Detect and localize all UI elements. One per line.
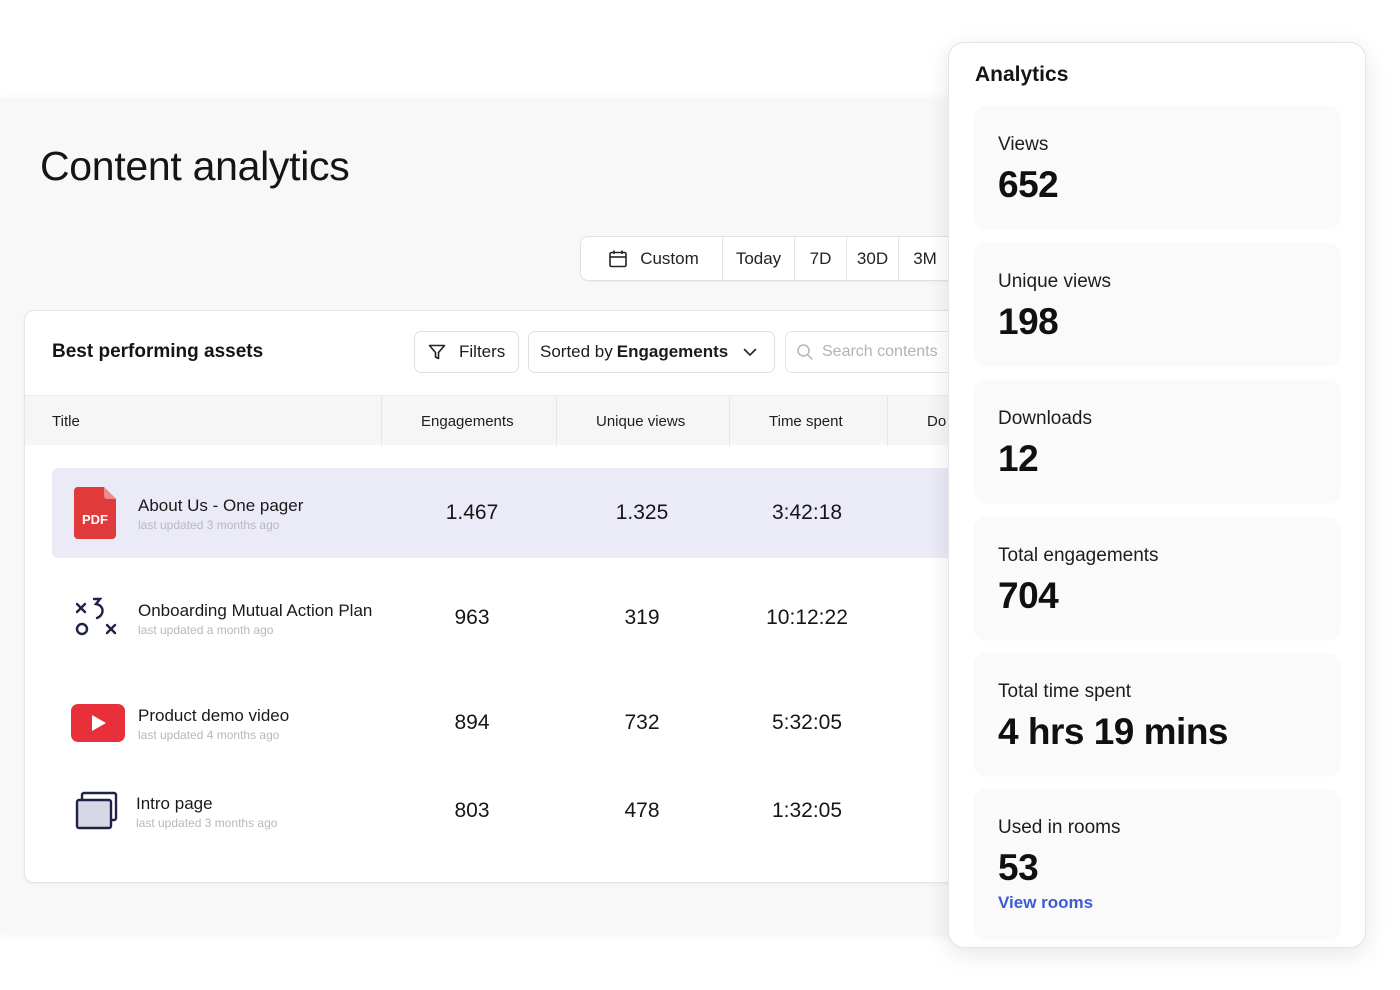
column-divider — [887, 396, 888, 446]
page-title: Content analytics — [40, 143, 350, 189]
stat-value: 198 — [998, 301, 1059, 342]
range-today-button[interactable]: Today — [723, 237, 795, 280]
table-row[interactable]: Product demo video last updated 4 months… — [52, 678, 1012, 768]
time-spent-value: 5:32:05 — [771, 711, 843, 734]
asset-updated: last updated 3 months ago — [136, 816, 278, 830]
table-row[interactable]: PDF About Us - One pager last updated 3 … — [52, 468, 1012, 558]
filter-icon — [428, 344, 446, 360]
engagements-value: 894 — [454, 711, 490, 734]
chevron-down-icon — [743, 348, 757, 357]
youtube-icon — [71, 704, 125, 742]
page-icon — [75, 791, 118, 830]
custom-range-button[interactable]: Custom — [581, 237, 723, 280]
range-3m-button[interactable]: 3M — [899, 237, 951, 280]
view-rooms-link[interactable]: View rooms — [998, 893, 1093, 913]
stat-card-used-in-rooms: Used in rooms 53 View rooms — [974, 789, 1340, 939]
stat-label: Unique views — [998, 271, 1111, 292]
stat-label: Total time spent — [998, 681, 1132, 702]
custom-range-label: Custom — [640, 248, 699, 268]
time-spent-value: 10:12:22 — [766, 606, 848, 629]
stat-label: Used in rooms — [998, 817, 1121, 838]
engagements-value: 1.467 — [445, 501, 499, 524]
asset-name: Product demo video — [138, 706, 290, 725]
stat-value: 53 — [998, 847, 1039, 888]
sort-value: Engagements — [616, 342, 729, 361]
analytics-title: Analytics — [975, 63, 1069, 86]
stat-label: Views — [998, 134, 1049, 155]
stat-card-total-engagements: Total engagements 704 — [974, 517, 1340, 639]
unique-views-value: 1.325 — [615, 501, 669, 524]
date-range-toolbar: Custom Today 7D 30D 3M — [580, 236, 1000, 281]
asset-name: Intro page — [136, 794, 213, 813]
filters-label: Filters — [459, 342, 506, 361]
unique-views-value: 478 — [624, 799, 660, 822]
table-row[interactable]: Onboarding Mutual Action Plan last updat… — [52, 573, 1012, 663]
asset-updated: last updated 3 months ago — [138, 518, 280, 532]
range-30d-button[interactable]: 30D — [847, 237, 899, 280]
asset-updated: last updated a month ago — [138, 623, 274, 637]
sort-dropdown[interactable]: Sorted by Engagements — [528, 331, 775, 373]
column-header-downloads[interactable]: Do — [927, 396, 946, 446]
assets-card-header: Best performing assets Filters Sorted by… — [25, 311, 1013, 395]
calendar-icon — [609, 250, 628, 267]
column-header-title[interactable]: Title — [52, 396, 80, 446]
stat-value: 704 — [998, 575, 1059, 616]
column-divider — [381, 396, 382, 446]
time-spent-value: 1:32:05 — [771, 799, 843, 822]
stat-card-views: Views 652 — [974, 106, 1340, 228]
unique-views-value: 732 — [624, 711, 660, 734]
stat-label: Downloads — [998, 408, 1092, 429]
filters-button[interactable]: Filters — [414, 331, 519, 373]
engagements-value: 803 — [454, 799, 490, 822]
analytics-panel: Analytics Views 652 Unique views 198 Dow… — [948, 42, 1366, 948]
table-header: Title Engagements Unique views Time spen… — [25, 395, 1013, 446]
pdf-icon-label: PDF — [82, 512, 108, 527]
range-7d-button[interactable]: 7D — [795, 237, 847, 280]
asset-updated: last updated 4 months ago — [138, 728, 280, 742]
search-icon — [797, 344, 813, 360]
column-header-time-spent[interactable]: Time spent — [769, 396, 843, 446]
stat-value: 652 — [998, 164, 1059, 205]
table-row[interactable]: Intro page last updated 3 months ago 803… — [52, 766, 1012, 856]
sort-prefix: Sorted by — [540, 342, 613, 361]
unique-views-value: 319 — [624, 606, 660, 629]
stat-card-total-time-spent: Total time spent 4 hrs 19 mins — [974, 653, 1340, 775]
action-plan-icon — [75, 597, 117, 636]
asset-name: About Us - One pager — [138, 496, 304, 515]
stat-card-downloads: Downloads 12 — [974, 380, 1340, 502]
column-divider — [556, 396, 557, 446]
stat-value: 4 hrs 19 mins — [998, 711, 1229, 752]
column-header-engagements[interactable]: Engagements — [421, 396, 514, 446]
stat-value: 12 — [998, 438, 1039, 479]
asset-name: Onboarding Mutual Action Plan — [138, 601, 373, 620]
stat-label: Total engagements — [998, 545, 1159, 566]
best-performing-assets-card: Best performing assets Filters Sorted by… — [24, 310, 1014, 883]
time-spent-value: 3:42:18 — [771, 501, 843, 524]
engagements-value: 963 — [454, 606, 490, 629]
assets-card-title: Best performing assets — [52, 341, 264, 362]
stage: Content analytics Custom Today 7D 30D 3M… — [0, 0, 1400, 990]
column-header-unique-views[interactable]: Unique views — [596, 396, 685, 446]
pdf-icon: PDF — [74, 487, 116, 539]
column-divider — [729, 396, 730, 446]
stat-card-unique-views: Unique views 198 — [974, 243, 1340, 365]
